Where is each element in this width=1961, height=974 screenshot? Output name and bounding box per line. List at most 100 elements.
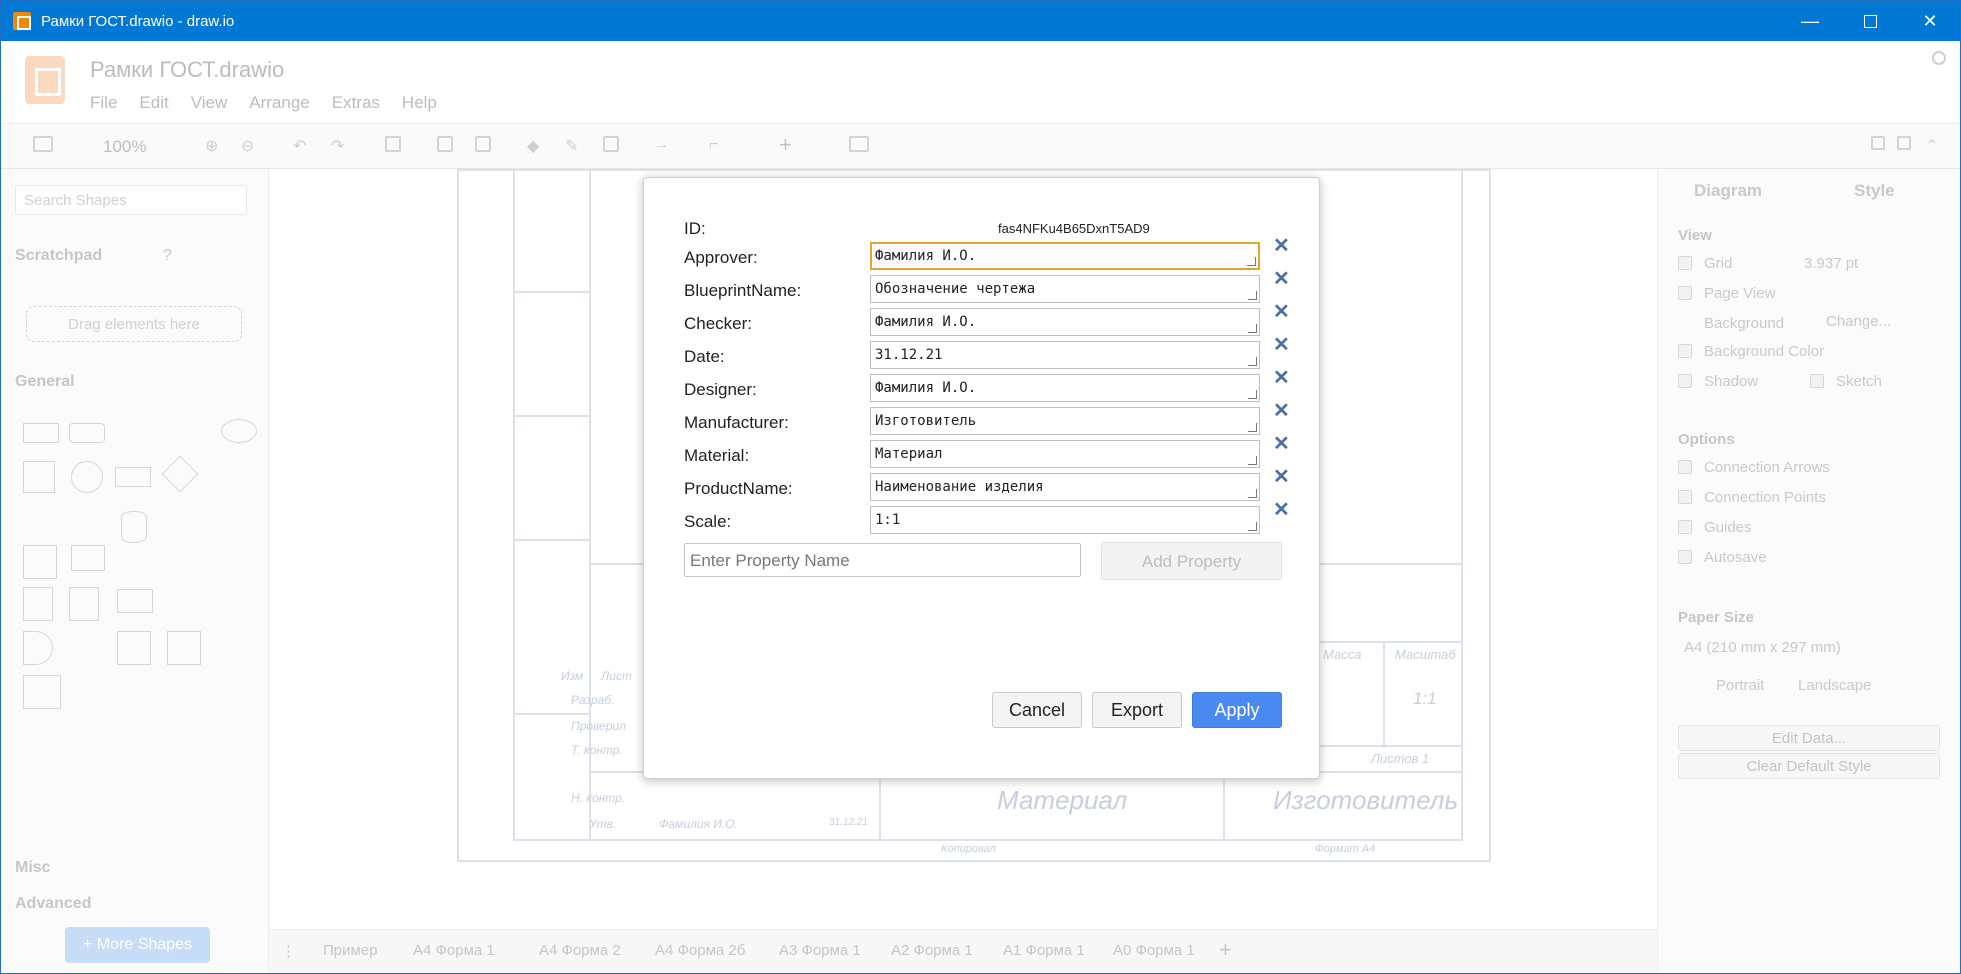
add-property-button[interactable]: Add Property (1101, 542, 1282, 580)
maximize-button[interactable] (1840, 1, 1900, 41)
waypoints-icon[interactable]: ⌐ (709, 136, 718, 156)
diamond-shape[interactable] (161, 455, 199, 493)
property-input-designer[interactable]: Фамилия И.О. (870, 374, 1260, 402)
misc-header[interactable]: Misc (15, 859, 51, 877)
paper-size-select[interactable]: A4 (210 mm x 297 mm) (1684, 639, 1841, 656)
to-back-icon[interactable] (475, 136, 491, 152)
menu-extras[interactable]: Extras (332, 93, 380, 113)
list-shape[interactable] (23, 675, 61, 709)
property-input-approver[interactable]: Фамилия И.О. (870, 242, 1260, 270)
remove-property-date-icon[interactable]: ✕ (1273, 335, 1290, 355)
delete-icon[interactable] (385, 136, 401, 152)
remove-property-productname-icon[interactable]: ✕ (1273, 467, 1290, 487)
page-tab[interactable]: А0 Форма 1 (1113, 942, 1195, 959)
grid-size-input[interactable]: 3.937 pt (1804, 255, 1858, 272)
table-shape[interactable] (23, 545, 57, 579)
toggle-panel-icon[interactable] (1897, 136, 1911, 150)
search-shapes-input[interactable]: Search Shapes (15, 185, 247, 215)
cancel-button[interactable]: Cancel (992, 692, 1082, 728)
property-input-manufacturer[interactable]: Изготовитель (870, 407, 1260, 435)
connection-icon[interactable]: → (653, 136, 669, 156)
remove-property-designer-icon[interactable]: ✕ (1273, 368, 1290, 388)
rectangle-shape[interactable] (23, 423, 59, 443)
shadow-checkbox[interactable] (1678, 374, 1692, 388)
tab-diagram[interactable]: Diagram (1694, 181, 1762, 201)
connection-arrows-checkbox[interactable] (1678, 460, 1692, 474)
menu-edit[interactable]: Edit (139, 93, 168, 113)
page-tab[interactable]: А1 Форма 1 (1003, 942, 1085, 959)
process-shape[interactable] (115, 467, 151, 487)
menu-view[interactable]: View (191, 93, 228, 113)
remove-property-material-icon[interactable]: ✕ (1273, 434, 1290, 454)
minimize-button[interactable]: — (1780, 1, 1840, 41)
page-tab[interactable]: Пример (323, 942, 378, 959)
general-header[interactable]: General (15, 373, 75, 391)
connection-points-checkbox[interactable] (1678, 490, 1692, 504)
menu-arrange[interactable]: Arrange (249, 93, 309, 113)
format-panel-icon[interactable] (33, 136, 53, 152)
page-tab[interactable]: А4 Форма 2 (539, 942, 621, 959)
zoom-level[interactable]: 100% (103, 137, 146, 157)
scratchpad-help-icon[interactable]: ? (163, 247, 172, 265)
page-tab[interactable]: А3 Форма 1 (779, 942, 861, 959)
theme-icon[interactable] (1932, 51, 1946, 65)
remove-property-manufacturer-icon[interactable]: ✕ (1273, 401, 1290, 421)
fullscreen-icon[interactable] (1871, 136, 1885, 150)
note-shape[interactable] (23, 587, 53, 621)
sketch-checkbox[interactable] (1810, 374, 1824, 388)
page-tab[interactable]: А2 Форма 1 (891, 942, 973, 959)
stamp-manufacturer[interactable]: Изготовитель (1273, 785, 1458, 816)
swimlane-shape[interactable] (167, 631, 201, 665)
landscape-label[interactable]: Landscape (1798, 677, 1871, 694)
zoom-out-icon[interactable]: ⊖ (241, 136, 254, 156)
menu-help[interactable]: Help (402, 93, 437, 113)
advanced-header[interactable]: Advanced (15, 895, 91, 913)
property-input-productname[interactable]: Наименование изделия (870, 473, 1260, 501)
zoom-in-icon[interactable]: ⊕ (205, 136, 218, 156)
collapse-icon[interactable]: ⌃ (1925, 136, 1938, 156)
scratchpad-header[interactable]: Scratchpad (15, 247, 102, 265)
stamp-material[interactable]: Материал (997, 785, 1127, 816)
background-color-checkbox[interactable] (1678, 344, 1692, 358)
remove-property-blueprintname-icon[interactable]: ✕ (1273, 269, 1290, 289)
remove-property-scale-icon[interactable]: ✕ (1273, 500, 1290, 520)
card-shape[interactable] (69, 587, 99, 621)
close-window-button[interactable]: ✕ (1900, 1, 1960, 41)
delay-shape[interactable] (23, 631, 53, 665)
remove-property-approver-icon[interactable]: ✕ (1273, 236, 1290, 256)
remove-property-checker-icon[interactable]: ✕ (1273, 302, 1290, 322)
change-background-button[interactable]: Change... (1826, 313, 1891, 330)
undo-icon[interactable]: ↶ (293, 136, 306, 156)
page-view-checkbox[interactable] (1678, 286, 1692, 300)
portrait-label[interactable]: Portrait (1716, 677, 1764, 694)
fill-color-icon[interactable]: ◆ (527, 136, 539, 156)
scratchpad-drop-zone[interactable]: Drag elements here (26, 306, 242, 342)
tab-style[interactable]: Style (1854, 181, 1895, 201)
stamp-scale[interactable]: 1:1 (1413, 689, 1437, 709)
page-tab-active[interactable]: А4 Форма 1 (413, 942, 495, 959)
property-name-input[interactable]: Enter Property Name (684, 543, 1081, 577)
more-shapes-button[interactable]: + More Shapes (65, 927, 210, 963)
export-button[interactable]: Export (1092, 692, 1182, 728)
autosave-checkbox[interactable] (1678, 550, 1692, 564)
callout-shape[interactable] (117, 589, 153, 613)
cube-shape[interactable] (71, 545, 105, 571)
cylinder-shape[interactable] (121, 511, 147, 543)
property-input-date[interactable]: 31.12.21 (870, 341, 1260, 369)
rounded-rectangle-shape[interactable] (69, 423, 105, 443)
add-page-icon[interactable]: + (1219, 937, 1232, 963)
square-shape[interactable] (23, 461, 55, 493)
menu-file[interactable]: File (90, 93, 117, 113)
insert-icon[interactable]: + (779, 132, 792, 157)
document-title[interactable]: Рамки ГОСТ.drawio (90, 57, 284, 83)
to-front-icon[interactable] (437, 136, 453, 152)
guides-checkbox[interactable] (1678, 520, 1692, 534)
property-input-blueprintname[interactable]: Обозначение чертежа (870, 275, 1260, 303)
line-color-icon[interactable]: ✎ (565, 136, 578, 156)
property-input-material[interactable]: Материал (870, 440, 1260, 468)
table-icon[interactable] (849, 136, 869, 152)
apply-button[interactable]: Apply (1192, 692, 1282, 728)
clear-default-style-button[interactable]: Clear Default Style (1678, 753, 1940, 779)
edit-data-button[interactable]: Edit Data... (1678, 725, 1940, 751)
circle-shape[interactable] (71, 461, 103, 493)
